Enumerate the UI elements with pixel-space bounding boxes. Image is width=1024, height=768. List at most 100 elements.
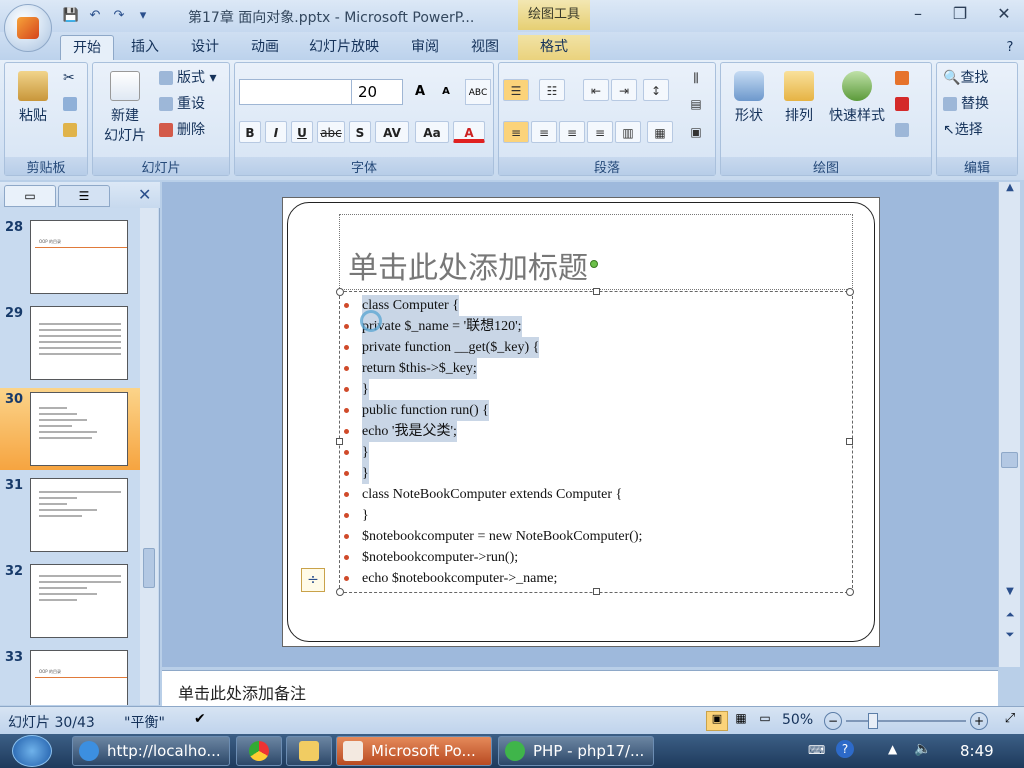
thumbnail-29[interactable]: 29 [0, 302, 140, 384]
notes-pane[interactable]: 单击此处添加备注 [162, 670, 998, 706]
code-line[interactable]: echo $notebookcomputer->_name; [344, 568, 557, 589]
font-name-input[interactable] [239, 79, 353, 105]
replace-button[interactable]: 替换 [943, 93, 989, 115]
scroll-thumb[interactable] [143, 548, 155, 588]
zoom-slider-thumb[interactable] [868, 713, 878, 729]
layout-button[interactable]: 版式 ▾ [159, 67, 216, 89]
bullets-button[interactable]: ☰ [503, 79, 529, 101]
code-line[interactable]: private function __get($_key) { [344, 337, 540, 358]
scroll-thumb[interactable] [1001, 452, 1018, 468]
reset-button[interactable]: 重设 [159, 93, 205, 115]
text-direction-button[interactable]: ⫼ [683, 67, 709, 89]
content-placeholder[interactable]: class Computer {private $_name = '联想120'… [336, 288, 854, 596]
numbering-button[interactable]: ☷ [539, 79, 565, 101]
fit-to-window-button[interactable]: ⤢ [1000, 711, 1020, 731]
tab-design[interactable]: 设计 [180, 35, 230, 60]
minimize-button[interactable]: – [904, 4, 932, 24]
tab-slides[interactable]: ▭ [4, 185, 56, 207]
resize-handle[interactable] [336, 588, 344, 596]
slideshow-button[interactable]: ▭ [754, 711, 776, 731]
code-line[interactable]: echo '我是父类'; [344, 421, 457, 442]
char-spacing-button[interactable]: AV [375, 121, 409, 143]
scroll-down-icon[interactable]: ▼ [999, 586, 1021, 604]
slide-sorter-button[interactable]: ▦ [730, 711, 752, 731]
volume-icon[interactable]: 🔈 [914, 741, 931, 757]
cut-button[interactable]: ✂ [63, 67, 75, 89]
restore-button[interactable]: ❐ [946, 4, 974, 24]
taskbar-item-powerpoint[interactable]: Microsoft Po... [336, 736, 492, 766]
tab-review[interactable]: 审阅 [400, 35, 450, 60]
align-left-button[interactable]: ≡ [503, 121, 529, 143]
format-painter-button[interactable] [63, 119, 81, 141]
tab-home[interactable]: 开始 [60, 35, 114, 60]
tab-format[interactable]: 格式 [518, 35, 590, 60]
justify-button[interactable]: ≡ [587, 121, 613, 143]
customize-qat-icon[interactable]: ▾ [134, 7, 152, 25]
resize-handle[interactable] [846, 588, 854, 596]
code-line[interactable]: return $this->$_key; [344, 358, 477, 379]
code-line[interactable]: public function run() { [344, 400, 489, 421]
title-placeholder[interactable]: 单击此处添加标题 [339, 214, 853, 290]
shrink-font-button[interactable]: A [435, 81, 457, 103]
tab-view[interactable]: 视图 [460, 35, 510, 60]
help-icon[interactable]: ? [1000, 35, 1020, 60]
close-button[interactable]: ✕ [990, 4, 1018, 24]
slide-canvas[interactable]: 单击此处添加标题 class Computer {private $_name … [282, 197, 880, 647]
change-case-button[interactable]: Aa [415, 121, 449, 143]
align-text-button[interactable]: ▤ [683, 93, 709, 115]
shape-fill-button[interactable] [895, 67, 913, 89]
redo-icon[interactable]: ↷ [110, 7, 128, 25]
tab-insert[interactable]: 插入 [120, 35, 170, 60]
close-pane-icon[interactable]: ✕ [138, 185, 151, 204]
slide-scrollbar[interactable]: ▲ ▼ ⏶ ⏷ [998, 182, 1020, 667]
autofit-options-icon[interactable]: ÷ [301, 568, 325, 592]
taskbar-item-explorer[interactable] [286, 736, 332, 766]
copy-button[interactable] [63, 93, 81, 115]
thumbnail-scrollbar[interactable] [140, 208, 158, 705]
underline-button[interactable]: U [291, 121, 313, 143]
strikethrough-button[interactable]: abc [317, 121, 345, 143]
paste-button[interactable]: 粘贴 [11, 71, 55, 125]
next-slide-icon[interactable]: ⏷ [999, 628, 1021, 646]
zoom-slider[interactable] [846, 720, 966, 722]
rotate-handle[interactable] [590, 260, 598, 268]
code-line[interactable]: } [344, 463, 369, 484]
taskbar-item-browser[interactable]: http://localho... [72, 736, 230, 766]
office-button[interactable] [4, 4, 52, 52]
thumbnail-31[interactable]: 31 [0, 474, 140, 556]
thumbnail-32[interactable]: 32 [0, 560, 140, 642]
thumbnail-33[interactable]: 33 OOP 的目录 [0, 646, 140, 705]
code-line[interactable]: private $_name = '联想120'; [344, 316, 522, 337]
previous-slide-icon[interactable]: ⏶ [999, 608, 1021, 626]
decrease-indent-button[interactable]: ⇤ [583, 79, 609, 101]
new-slide-button[interactable]: 新建 幻灯片 [97, 71, 153, 145]
find-button[interactable]: 🔍查找 [943, 67, 988, 89]
keyboard-icon[interactable]: ⌨ [808, 743, 825, 757]
taskbar-item-chrome[interactable] [236, 736, 282, 766]
line-spacing-button[interactable]: ↕ [643, 79, 669, 101]
resize-handle[interactable] [593, 288, 600, 295]
smartart-button[interactable]: ▣ [683, 121, 709, 143]
font-color-button[interactable]: A [453, 121, 485, 143]
resize-handle[interactable] [846, 288, 854, 296]
resize-handle[interactable] [593, 588, 600, 595]
resize-handle[interactable] [846, 438, 853, 445]
code-line[interactable]: } [344, 505, 369, 526]
select-button[interactable]: ↖选择 [943, 119, 983, 141]
code-line[interactable]: class NoteBookComputer extends Computer … [344, 484, 622, 505]
resize-handle[interactable] [336, 288, 344, 296]
arrange-button[interactable]: 排列 [777, 71, 821, 125]
code-line[interactable]: } [344, 442, 369, 463]
zoom-out-button[interactable]: − [824, 712, 842, 730]
increase-indent-button[interactable]: ⇥ [611, 79, 637, 101]
zoom-in-button[interactable]: + [970, 712, 988, 730]
tab-outline[interactable]: ☰ [58, 185, 110, 207]
spell-check-icon[interactable]: ✔ [194, 711, 216, 731]
font-size-input[interactable]: 20 [351, 79, 403, 105]
save-icon[interactable]: 💾 [62, 7, 80, 25]
align-center-button[interactable]: ≡ [531, 121, 557, 143]
quick-styles-button[interactable]: 快速样式 [825, 71, 889, 125]
clock[interactable]: 8:49 [960, 742, 994, 760]
shapes-button[interactable]: 形状 [727, 71, 771, 125]
thumbnail-28[interactable]: 28 OOP 的目录 [0, 216, 140, 298]
